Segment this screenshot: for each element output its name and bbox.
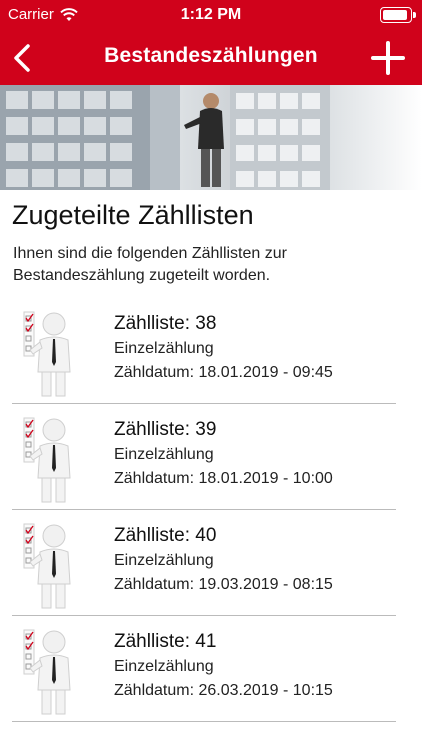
plus-icon[interactable]	[370, 40, 406, 76]
list-item-date: Zähldatum: 19.03.2019 - 08:15	[114, 576, 333, 593]
worker-figure	[184, 93, 224, 187]
battery-icon	[380, 7, 416, 23]
checklist-person-icon	[23, 311, 71, 397]
list-item-date: Zähldatum: 18.01.2019 - 09:45	[114, 364, 333, 381]
warehouse-banner-image	[0, 85, 422, 190]
list-item-type: Einzelzählung	[114, 552, 214, 569]
status-time: 1:12 PM	[180, 6, 242, 23]
list-item[interactable]: Zählliste: 38 Einzelzählung Zähldatum: 1…	[0, 298, 422, 404]
list-item-type: Einzelzählung	[114, 658, 214, 675]
checklist-person-icon	[23, 629, 71, 715]
count-list: Zählliste: 38 Einzelzählung Zähldatum: 1…	[0, 298, 422, 722]
list-item[interactable]: Zählliste: 41 Einzelzählung Zähldatum: 2…	[0, 616, 422, 722]
checklist-person-icon	[23, 417, 71, 503]
list-item-title: Zählliste: 39	[114, 419, 217, 440]
list-item-title: Zählliste: 40	[114, 525, 217, 546]
navigation-bar: Bestandeszählungen	[0, 32, 422, 85]
row-divider	[12, 721, 396, 722]
warehouse-shelves-illustration	[0, 85, 422, 190]
nav-title: Bestandeszählungen	[104, 44, 318, 67]
page-title: Zugeteilte Zähllisten	[12, 200, 254, 230]
checklist-person-icon	[23, 523, 71, 609]
list-item-type: Einzelzählung	[114, 446, 214, 463]
page-description: Ihnen sind die folgenden Zähllisten zur …	[13, 245, 287, 284]
list-item-title: Zählliste: 41	[114, 631, 217, 652]
list-item-date: Zähldatum: 18.01.2019 - 10:00	[114, 470, 333, 487]
list-item[interactable]: Zählliste: 40 Einzelzählung Zähldatum: 1…	[0, 510, 422, 616]
list-item-title: Zählliste: 38	[114, 313, 217, 334]
list-item-type: Einzelzählung	[114, 340, 214, 357]
list-item-date: Zähldatum: 26.03.2019 - 10:15	[114, 682, 333, 699]
status-bar: Carrier 1:12 PM	[0, 0, 422, 32]
battery-fill	[383, 10, 407, 20]
list-item[interactable]: Zählliste: 39 Einzelzählung Zähldatum: 1…	[0, 404, 422, 510]
